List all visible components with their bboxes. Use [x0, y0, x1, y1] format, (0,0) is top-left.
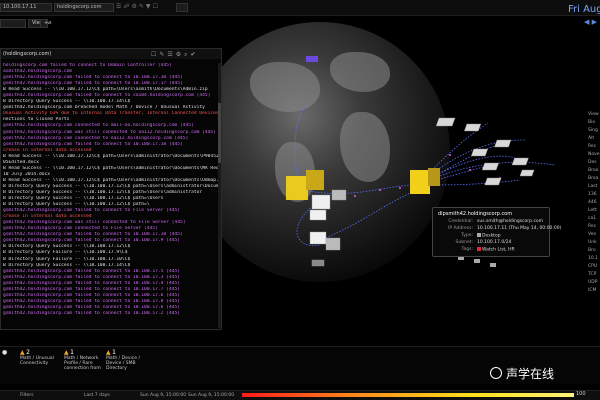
threat-timeline-slider[interactable]: [242, 393, 574, 397]
toolbar-small-field[interactable]: [176, 3, 188, 12]
warning-icon: ▲: [20, 349, 25, 356]
right-detail-label: Rec: [588, 224, 597, 229]
timeline-end-label: 100: [576, 391, 586, 397]
right-detail-label: Broo: [588, 168, 599, 173]
right-details-column: View Bio Sing Alt Rec Nove Des Broo Brea Last 136 4…: [588, 0, 600, 400]
log-line: gsmith42.holdingscorp.com failed to conn…: [3, 310, 181, 316]
desktop-icon: [477, 233, 481, 237]
log-lines: holdingscorp.com failed to connect to Do…: [1, 63, 221, 317]
right-detail-label: 10.1: [588, 256, 599, 261]
tag-icon: [477, 247, 481, 251]
log-line: B Read Success -- \\10.100.17.12\C$ path…: [3, 165, 221, 171]
add-button[interactable]: +: [40, 19, 48, 28]
wechat-icon: [490, 367, 502, 379]
time-range-select[interactable]: Last 7 days: [84, 392, 110, 400]
right-detail-label: View: [588, 112, 599, 117]
right-detail-label: Last: [588, 184, 598, 189]
log-toolbar-icons[interactable]: ☐✎☰⚙⌕✔: [151, 51, 199, 59]
right-detail-label: ca1: [588, 216, 597, 221]
alert-card[interactable]: ▲ 2 Math / Unusual Connectivity: [20, 350, 64, 384]
event-log-panel: (holdingscorp.com) ☐✎☰⚙⌕✔ holdingscorp.c…: [0, 48, 222, 330]
right-detail-label: Rec: [588, 144, 597, 149]
right-detail-label: UDP: [588, 280, 598, 285]
globe-landmass: [250, 62, 320, 112]
right-detail-label: Brea: [588, 176, 599, 181]
watermark: 声学在线: [488, 362, 600, 384]
log-scrollbar[interactable]: [218, 63, 221, 328]
right-detail-label: Sing: [588, 128, 598, 133]
globe-landmass: [330, 52, 390, 92]
right-detail-label: Alt: [588, 136, 595, 141]
globe-landmass: [340, 112, 390, 182]
right-detail-label: Lett: [588, 208, 597, 213]
right-detail-label: Unk: [588, 240, 597, 245]
top-toolbar: 10.100.17.11 holdingscorp.com ☰☍⚙✎▼☐: [0, 0, 600, 16]
globe-visualization[interactable]: [190, 22, 450, 282]
toolbar-icons[interactable]: ☰☍⚙✎▼☐: [116, 3, 160, 10]
small-nodes: [458, 256, 496, 267]
log-line: B Read Success -- \\10.100.17.12\C$ path…: [3, 153, 221, 159]
right-detail-label: ICM: [588, 288, 597, 293]
filters-button[interactable]: Filters: [20, 392, 34, 400]
warning-icon: ▲: [106, 349, 111, 356]
alert-card[interactable]: ▲ 1 Math / Network Profile / Rare connec…: [64, 350, 108, 384]
alert-card[interactable]: ▲ 1 Math / Device / Device / SMB Directo…: [106, 350, 150, 384]
host-nodes: [435, 117, 535, 186]
time-end: Sun Aug 9, 15:00:00: [188, 393, 235, 398]
field-placeholder[interactable]: [0, 19, 26, 28]
log-line: gsmith42.holdingscorp.com was still conn…: [3, 129, 216, 135]
time-start: Sun Aug 9, 15:00:00: [140, 393, 187, 398]
right-detail-label: CPU: [588, 264, 598, 269]
right-detail-label: Des: [588, 160, 597, 165]
right-detail-label: Ven: [588, 232, 597, 237]
device-info-popup: dlpsmith42.holdingscorp.com Credential: …: [432, 207, 561, 257]
log-line: gsmith42.holdingscorp.com connected to m…: [3, 123, 194, 129]
right-detail-label: Bio: [588, 120, 596, 125]
right-detail-label: 446: [588, 200, 597, 205]
globe-landmass: [275, 142, 315, 202]
host-field[interactable]: holdingscorp.com: [54, 3, 114, 12]
right-detail-label: Bro: [588, 248, 596, 253]
right-detail-label: 136: [588, 192, 597, 197]
popup-title: dlpsmith42.holdingscorp.com: [438, 211, 513, 217]
log-line: gsmith42.holdingscorp.com connected to o…: [3, 135, 189, 141]
ip-search-field[interactable]: 10.100.17.11: [0, 3, 52, 12]
warning-icon: ▲: [64, 349, 69, 356]
right-detail-label: TCP: [588, 272, 597, 277]
right-detail-label: Nove: [588, 152, 600, 157]
